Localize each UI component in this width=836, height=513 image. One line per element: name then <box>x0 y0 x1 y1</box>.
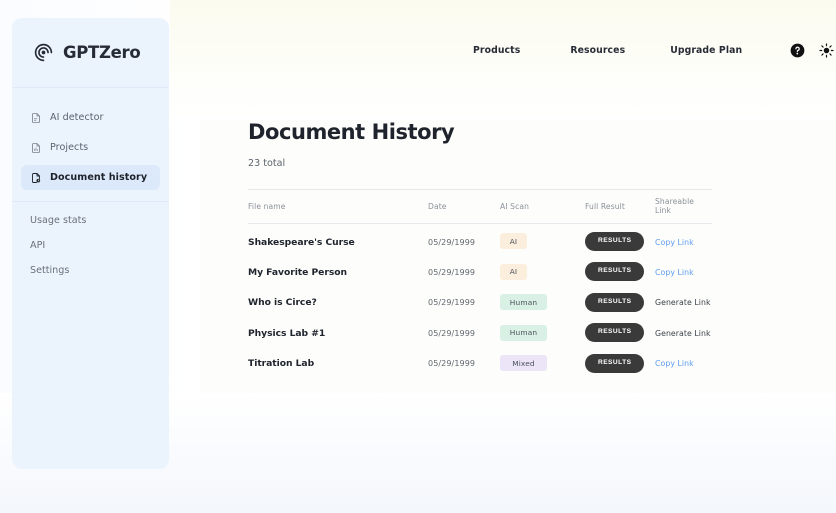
column-header-full-result: Full Result <box>585 189 655 224</box>
copy-link-button[interactable]: Copy Link <box>655 238 694 247</box>
top-nav-icons <box>790 42 836 58</box>
nav-link-products[interactable]: Products <box>473 45 520 56</box>
cell-shareable-link: Generate Link <box>655 285 712 316</box>
sidebar: GPTZero AI detector Projects Document hi… <box>12 18 169 469</box>
cell-ai-scan: Human <box>500 315 585 346</box>
cell-date: 05/29/1999 <box>428 254 500 285</box>
results-button[interactable]: RESULTS <box>585 353 645 373</box>
table-row[interactable]: My Favorite Person 05/29/1999 AI RESULTS Cop… <box>248 254 712 285</box>
generate-link-button[interactable]: Generate Link <box>655 329 711 338</box>
sidebar-secondary-nav: Usage stats API Settings <box>12 202 169 276</box>
cell-full-result: RESULTS <box>585 285 655 316</box>
cell-shareable-link: Generate Link <box>655 315 712 346</box>
sidebar-item-label: Projects <box>50 142 89 153</box>
nav-link-resources[interactable]: Resources <box>570 45 625 56</box>
date-text: 05/29/1999 <box>428 359 476 369</box>
cell-ai-scan: AI <box>500 224 585 255</box>
cell-file-name: Titration Lab <box>248 346 428 377</box>
sidebar-item-document-history[interactable]: Document history <box>21 165 160 190</box>
cell-date: 05/29/1999 <box>428 315 500 346</box>
results-button[interactable]: RESULTS <box>585 292 645 312</box>
cell-date: 05/29/1999 <box>428 224 500 255</box>
results-button[interactable]: RESULTS <box>585 262 645 282</box>
brand-name: GPTZero <box>63 43 141 62</box>
file-name-text: My Favorite Person <box>248 266 347 278</box>
cell-ai-scan: AI <box>500 254 585 285</box>
table-row[interactable]: Who is Circe? 05/29/1999 Human RESULTS Gener… <box>248 285 712 316</box>
sidebar-item-label: Document history <box>50 172 148 183</box>
brightness-sun-icon[interactable] <box>819 42 834 58</box>
document-ai-icon <box>30 112 42 124</box>
table-header: File name Date AI Scan Full Result Share… <box>248 189 712 224</box>
table-body: Shakespeare's Curse 05/29/1999 AI RESULTS Co… <box>248 224 712 377</box>
page-title: Document History <box>248 120 455 144</box>
cell-ai-scan: Human <box>500 285 585 316</box>
date-text: 05/29/1999 <box>428 267 476 277</box>
file-name-text: Who is Circe? <box>248 297 317 309</box>
status-badge: Human <box>500 294 547 310</box>
file-name-text: Shakespeare's Curse <box>248 236 355 248</box>
sidebar-item-usage-stats[interactable]: Usage stats <box>30 215 151 226</box>
sidebar-item-settings[interactable]: Settings <box>30 265 151 276</box>
cell-file-name: Physics Lab #1 <box>248 315 428 346</box>
cell-shareable-link: Copy Link <box>655 224 712 255</box>
table-header-row: File name Date AI Scan Full Result Share… <box>248 189 712 224</box>
generate-link-button[interactable]: Generate Link <box>655 298 711 307</box>
cell-date: 05/29/1999 <box>428 285 500 316</box>
cell-file-name: Shakespeare's Curse <box>248 224 428 255</box>
sidebar-item-label: AI detector <box>50 112 104 123</box>
copy-link-button[interactable]: Copy Link <box>655 359 694 368</box>
table-row[interactable]: Titration Lab 05/29/1999 Mixed RESULTS Copy … <box>248 346 712 377</box>
status-badge: Human <box>500 324 547 341</box>
total-count-label: 23 total <box>248 158 286 169</box>
results-button[interactable]: RESULTS <box>585 232 645 251</box>
top-nav-links: Products Resources Upgrade Plan <box>400 45 742 56</box>
date-text: 05/29/1999 <box>428 328 476 338</box>
status-badge: AI <box>500 263 527 280</box>
table-row[interactable]: Shakespeare's Curse 05/29/1999 AI RESULTS Co… <box>248 224 712 255</box>
brand-header[interactable]: GPTZero <box>12 18 169 88</box>
cell-file-name: Who is Circe? <box>248 285 428 316</box>
help-circle-icon[interactable] <box>790 43 805 58</box>
cell-full-result: RESULTS <box>585 346 655 377</box>
document-history-table: File name Date AI Scan Full Result Share… <box>248 189 712 376</box>
column-header-shareable-link: Shareable Link <box>655 189 712 224</box>
cell-date: 05/29/1999 <box>428 346 500 377</box>
sidebar-item-projects[interactable]: Projects <box>21 135 160 160</box>
date-text: 05/29/1999 <box>428 298 476 308</box>
file-name-text: Titration Lab <box>248 358 315 370</box>
sidebar-primary-nav: AI detector Projects Document history <box>12 88 169 190</box>
document-history-icon <box>30 172 42 184</box>
cell-full-result: RESULTS <box>585 254 655 285</box>
copy-link-button[interactable]: Copy Link <box>655 268 694 277</box>
cell-shareable-link: Copy Link <box>655 254 712 285</box>
status-badge: AI <box>500 233 527 250</box>
cell-shareable-link: Copy Link <box>655 346 712 377</box>
results-button[interactable]: RESULTS <box>585 323 645 343</box>
sidebar-item-ai-detector[interactable]: AI detector <box>21 105 160 130</box>
cell-ai-scan: Mixed <box>500 346 585 377</box>
main-content: Document History 23 total File name Date… <box>248 120 712 376</box>
file-name-text: Physics Lab #1 <box>248 327 326 339</box>
cell-file-name: My Favorite Person <box>248 254 428 285</box>
column-header-date: Date <box>428 189 500 224</box>
table-row[interactable]: Physics Lab #1 05/29/1999 Human RESULTS Gene… <box>248 315 712 346</box>
gptzero-spiral-logo-icon <box>33 42 54 63</box>
nav-link-upgrade-plan[interactable]: Upgrade Plan <box>670 45 742 56</box>
document-chart-icon <box>30 142 42 154</box>
cell-full-result: RESULTS <box>585 315 655 346</box>
column-header-ai-scan: AI Scan <box>500 189 585 224</box>
sidebar-item-api[interactable]: API <box>30 240 151 251</box>
column-header-file-name: File name <box>248 189 428 224</box>
top-navigation-bar: Products Resources Upgrade Plan <box>400 38 834 62</box>
date-text: 05/29/1999 <box>428 237 476 247</box>
status-badge: Mixed <box>500 355 547 371</box>
app-root: GPTZero AI detector Projects Document hi… <box>0 0 836 513</box>
cell-full-result: RESULTS <box>585 224 655 255</box>
